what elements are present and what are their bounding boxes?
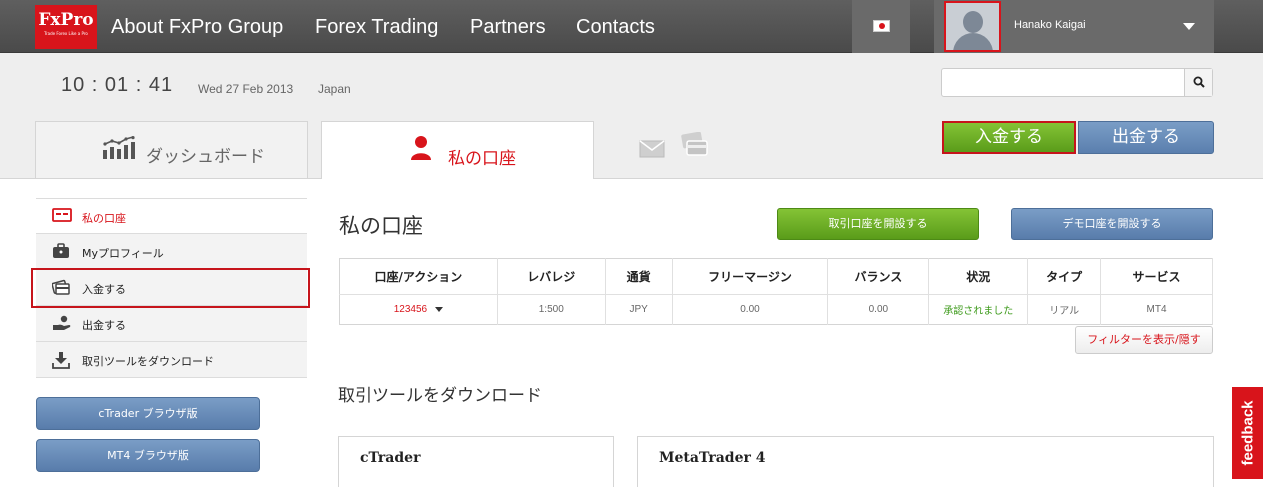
column-header: フリーマージン <box>672 258 829 295</box>
ctrader-panel: cTrader <box>338 436 614 487</box>
hand-coin-icon <box>53 315 71 330</box>
feedback-tab[interactable]: feedback <box>1230 385 1263 481</box>
tab-dashboard[interactable]: ダッシュボード <box>35 121 308 178</box>
avatar <box>944 1 1001 52</box>
balance-cell: 0.00 <box>827 294 930 325</box>
search-input[interactable] <box>946 72 1182 93</box>
sidebar-item-download[interactable]: 取引ツールをダウンロード <box>36 342 307 378</box>
mt4-panel-title: MetaTrader 4 <box>659 450 766 466</box>
chevron-down-icon[interactable] <box>1183 23 1195 30</box>
table-header-row: 口座/アクション レバレジ 通貨 フリーマージン バランス 状況 タイプ サービ… <box>339 258 1213 295</box>
sidebar-item-profile[interactable]: Myプロフィール <box>36 234 307 270</box>
table-row: 123456 1:500 JPY 0.00 0.00 承認されました リアル M… <box>339 294 1213 325</box>
open-demo-account-button[interactable]: デモ口座を開設する <box>1011 208 1213 240</box>
search-icon <box>1193 76 1205 88</box>
mt4-panel: MetaTrader 4 <box>637 436 1214 487</box>
free-margin-cell: 0.00 <box>672 294 829 325</box>
feedback-label: feedback <box>1239 400 1256 466</box>
tab-my-account[interactable]: 私の口座 <box>321 121 594 179</box>
account-number[interactable]: 123456 <box>394 304 427 315</box>
search-box <box>941 68 1213 97</box>
service-cell: MT4 <box>1100 294 1213 325</box>
open-real-account-button[interactable]: 取引口座を開設する <box>777 208 979 240</box>
region-text: Japan <box>318 82 351 96</box>
sidebar-item-label: 取引ツールをダウンロード <box>82 355 214 368</box>
sidebar-item-label: Myプロフィール <box>82 247 164 260</box>
download-icon <box>52 352 70 369</box>
nav-about[interactable]: About FxPro Group <box>111 14 283 40</box>
currency-cell: JPY <box>605 294 673 325</box>
avatar-body <box>953 33 993 50</box>
account-cell[interactable]: 123456 <box>339 294 498 325</box>
page-title: 私の口座 <box>339 214 423 238</box>
cards-icon[interactable] <box>681 132 709 158</box>
deposit-button[interactable]: 入金する <box>942 121 1076 154</box>
sidebar-item-withdraw[interactable]: 出金する <box>36 306 307 342</box>
user-name: Hanako Kaigai <box>1014 19 1086 31</box>
tab-my-account-label: 私の口座 <box>448 149 516 169</box>
status-cell: 承認されました <box>928 294 1029 325</box>
column-header: レバレジ <box>497 258 606 295</box>
nav-forex-trading[interactable]: Forex Trading <box>315 14 438 40</box>
caret-down-icon[interactable] <box>435 306 444 312</box>
withdraw-button[interactable]: 出金する <box>1078 121 1214 154</box>
date-text: Wed 27 Feb 2013 <box>198 82 294 96</box>
download-section-title: 取引ツールをダウンロード <box>338 386 542 406</box>
mt4-web-button[interactable]: MT4 ブラウザ版 <box>36 439 260 472</box>
clock: 10 : 01 : 41 <box>61 74 174 96</box>
ctrader-web-button[interactable]: cTrader ブラウザ版 <box>36 397 260 430</box>
column-header: タイプ <box>1027 258 1102 295</box>
column-header: 口座/アクション <box>339 258 498 295</box>
bar-chart-icon <box>103 136 135 159</box>
leverage-cell: 1:500 <box>497 294 606 325</box>
deposit-highlight <box>31 268 310 308</box>
tab-dashboard-label: ダッシュボード <box>146 147 265 167</box>
sidebar-item-label: 私の口座 <box>82 212 126 225</box>
ctrader-panel-title: cTrader <box>360 450 421 466</box>
nav-contacts[interactable]: Contacts <box>576 14 655 40</box>
japan-flag-icon <box>873 20 890 32</box>
logo-tagline: Trade Forex Like a Pro <box>44 31 88 36</box>
column-header: バランス <box>827 258 930 295</box>
account-icon <box>52 208 72 222</box>
filter-toggle-button[interactable]: フィルターを表示/隠す <box>1075 326 1213 354</box>
fxpro-logo[interactable]: FxPro Trade Forex Like a Pro <box>35 5 97 49</box>
avatar-head <box>963 11 983 33</box>
user-menu[interactable]: Hanako Kaigai <box>934 0 1214 53</box>
mail-icon[interactable] <box>639 140 665 158</box>
user-icon <box>411 136 431 160</box>
briefcase-icon <box>53 243 69 258</box>
language-selector[interactable] <box>852 0 910 53</box>
column-header: 通貨 <box>605 258 673 295</box>
type-cell: リアル <box>1027 294 1102 325</box>
sidebar-item-my-account[interactable]: 私の口座 <box>36 198 307 234</box>
search-button[interactable] <box>1184 69 1212 96</box>
column-header: サービス <box>1100 258 1213 295</box>
sidebar-item-label: 出金する <box>82 319 126 332</box>
column-header: 状況 <box>928 258 1029 295</box>
top-nav-bar: FxPro Trade Forex Like a Pro About FxPro… <box>0 0 1263 53</box>
logo-text: FxPro <box>38 10 94 30</box>
accounts-table: 口座/アクション レバレジ 通貨 フリーマージン バランス 状況 タイプ サービ… <box>339 258 1213 325</box>
nav-partners[interactable]: Partners <box>470 14 546 40</box>
